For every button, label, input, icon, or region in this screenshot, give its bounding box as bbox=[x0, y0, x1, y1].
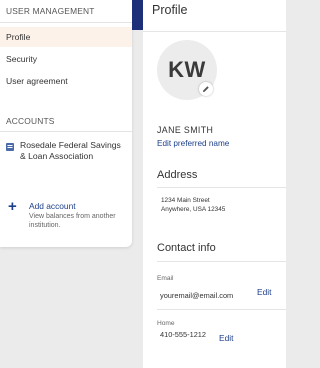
pencil-icon bbox=[203, 86, 209, 92]
add-account-button[interactable]: + Add account View balances from another… bbox=[8, 198, 128, 230]
edit-phone-link[interactable]: Edit bbox=[219, 333, 233, 343]
add-account-description: View balances from another institution. bbox=[29, 213, 116, 229]
phone-value: 410-555-1212 bbox=[160, 330, 207, 339]
address-heading: Address bbox=[157, 169, 198, 181]
email-divider bbox=[157, 309, 286, 310]
nav-item-user-agreement[interactable]: User agreement bbox=[0, 71, 132, 91]
address-line-1: 1234 Main Street bbox=[161, 197, 210, 204]
email-label: Email bbox=[157, 275, 174, 282]
address-block: 1234 Main Street Anywhere, USA 12345 bbox=[161, 197, 225, 214]
page-title: Profile bbox=[152, 3, 188, 17]
user-name: JANE SMITH bbox=[157, 125, 214, 135]
account-item[interactable]: Rosedale Federal Savings & Loan Associat… bbox=[6, 140, 128, 161]
contact-divider bbox=[157, 261, 286, 262]
edit-avatar-button[interactable] bbox=[199, 82, 213, 96]
accounts-heading: ACCOUNTS bbox=[6, 116, 55, 126]
edit-email-link[interactable]: Edit bbox=[257, 287, 271, 297]
add-account-label: Add account bbox=[29, 201, 76, 211]
edit-preferred-name-link[interactable]: Edit preferred name bbox=[157, 139, 229, 148]
email-value: youremail@email.com bbox=[160, 291, 234, 300]
nav-item-security[interactable]: Security bbox=[0, 49, 132, 69]
contact-heading: Contact info bbox=[157, 242, 216, 254]
phone-label: Home bbox=[157, 320, 175, 327]
title-divider bbox=[143, 31, 286, 32]
address-divider bbox=[157, 187, 286, 188]
nav-item-profile[interactable]: Profile bbox=[0, 27, 132, 47]
bank-icon bbox=[6, 143, 14, 151]
avatar-initials: KW bbox=[168, 57, 206, 82]
profile-panel: Profile KW JANE SMITH Edit preferred nam… bbox=[143, 0, 286, 368]
nav-divider bbox=[0, 22, 132, 23]
plus-icon: + bbox=[8, 198, 17, 215]
accounts-divider bbox=[0, 131, 132, 132]
account-name: Rosedale Federal Savings & Loan Associat… bbox=[20, 140, 121, 161]
accent-bar bbox=[132, 0, 143, 30]
address-line-2: Anywhere, USA 12345 bbox=[161, 205, 226, 213]
user-management-heading: USER MANAGEMENT bbox=[6, 6, 95, 16]
settings-nav: USER MANAGEMENT Profile Security User ag… bbox=[0, 0, 132, 247]
